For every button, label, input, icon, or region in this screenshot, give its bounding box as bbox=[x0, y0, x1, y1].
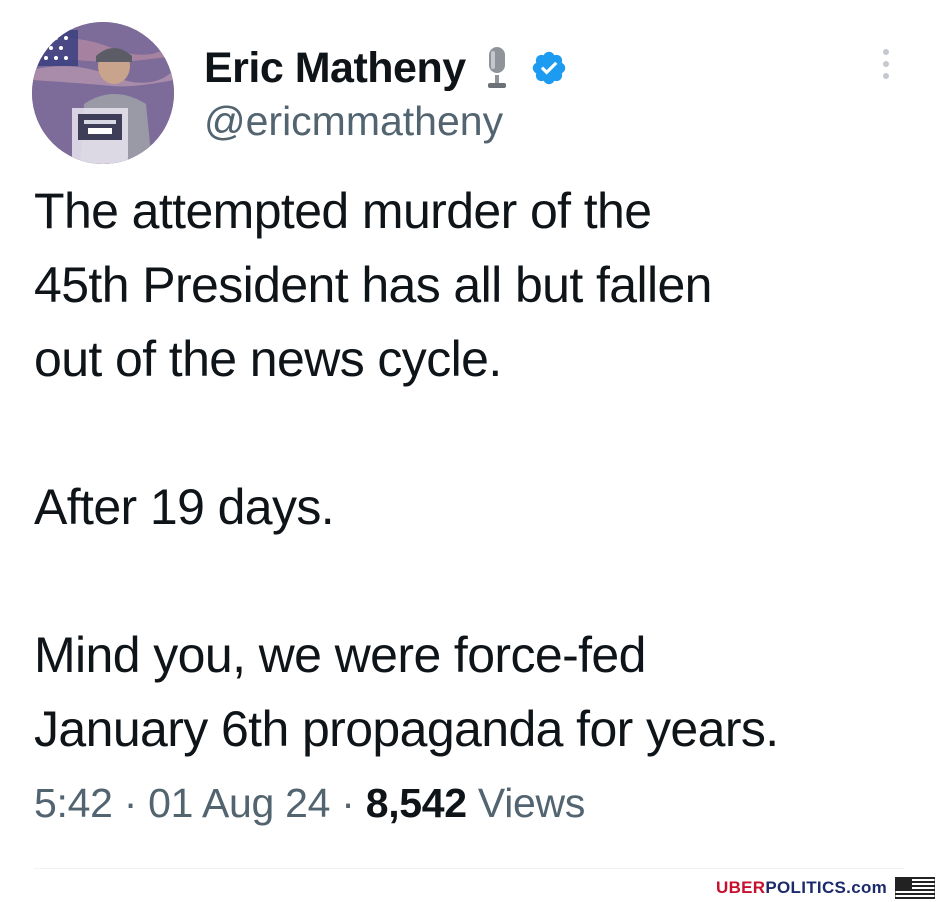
tweet-line: The attempted murder of the bbox=[34, 183, 652, 239]
tweet-time[interactable]: 5:42 bbox=[34, 780, 113, 826]
tweet-blank-line bbox=[34, 396, 924, 470]
tweet-body: The attempted murder of the 45th Preside… bbox=[34, 174, 924, 766]
tweet-line: Mind you, we were force-fed bbox=[34, 627, 646, 683]
us-flag-icon bbox=[895, 877, 936, 899]
meta-separator: · bbox=[123, 780, 138, 826]
meta-separator: · bbox=[341, 780, 355, 826]
more-options-icon[interactable] bbox=[876, 44, 896, 84]
tweet-metadata: 5:42 · 01 Aug 24 · 8,542 Views bbox=[34, 780, 585, 827]
tweet-line: out of the news cycle. bbox=[34, 331, 502, 387]
user-handle[interactable]: @ericmmatheny bbox=[204, 98, 503, 145]
divider bbox=[34, 868, 904, 869]
views-label: Views bbox=[477, 780, 586, 826]
user-name-row: Eric Matheny bbox=[204, 40, 568, 96]
profile-avatar[interactable] bbox=[32, 22, 174, 164]
tweet-line: 45th President has all but fallen bbox=[34, 257, 712, 313]
views-count: 8,542 bbox=[365, 780, 467, 826]
verified-badge-icon bbox=[530, 49, 568, 87]
tweet-card: Eric Matheny @ericmmatheny The attempted… bbox=[0, 0, 940, 902]
watermark-text-blue: POLITICS.com bbox=[765, 878, 888, 897]
watermark-text-red: UBER bbox=[716, 878, 766, 897]
tweet-date[interactable]: 01 Aug 24 bbox=[148, 780, 330, 826]
tweet-line: After 19 days. bbox=[34, 479, 335, 535]
microphone-icon bbox=[482, 45, 512, 91]
tweet-line: January 6th propaganda for years. bbox=[34, 701, 779, 757]
avatar-image bbox=[32, 22, 174, 164]
tweet-blank-line bbox=[34, 544, 924, 618]
site-watermark: UBER POLITICS.com bbox=[716, 877, 936, 899]
display-name[interactable]: Eric Matheny bbox=[204, 44, 466, 93]
